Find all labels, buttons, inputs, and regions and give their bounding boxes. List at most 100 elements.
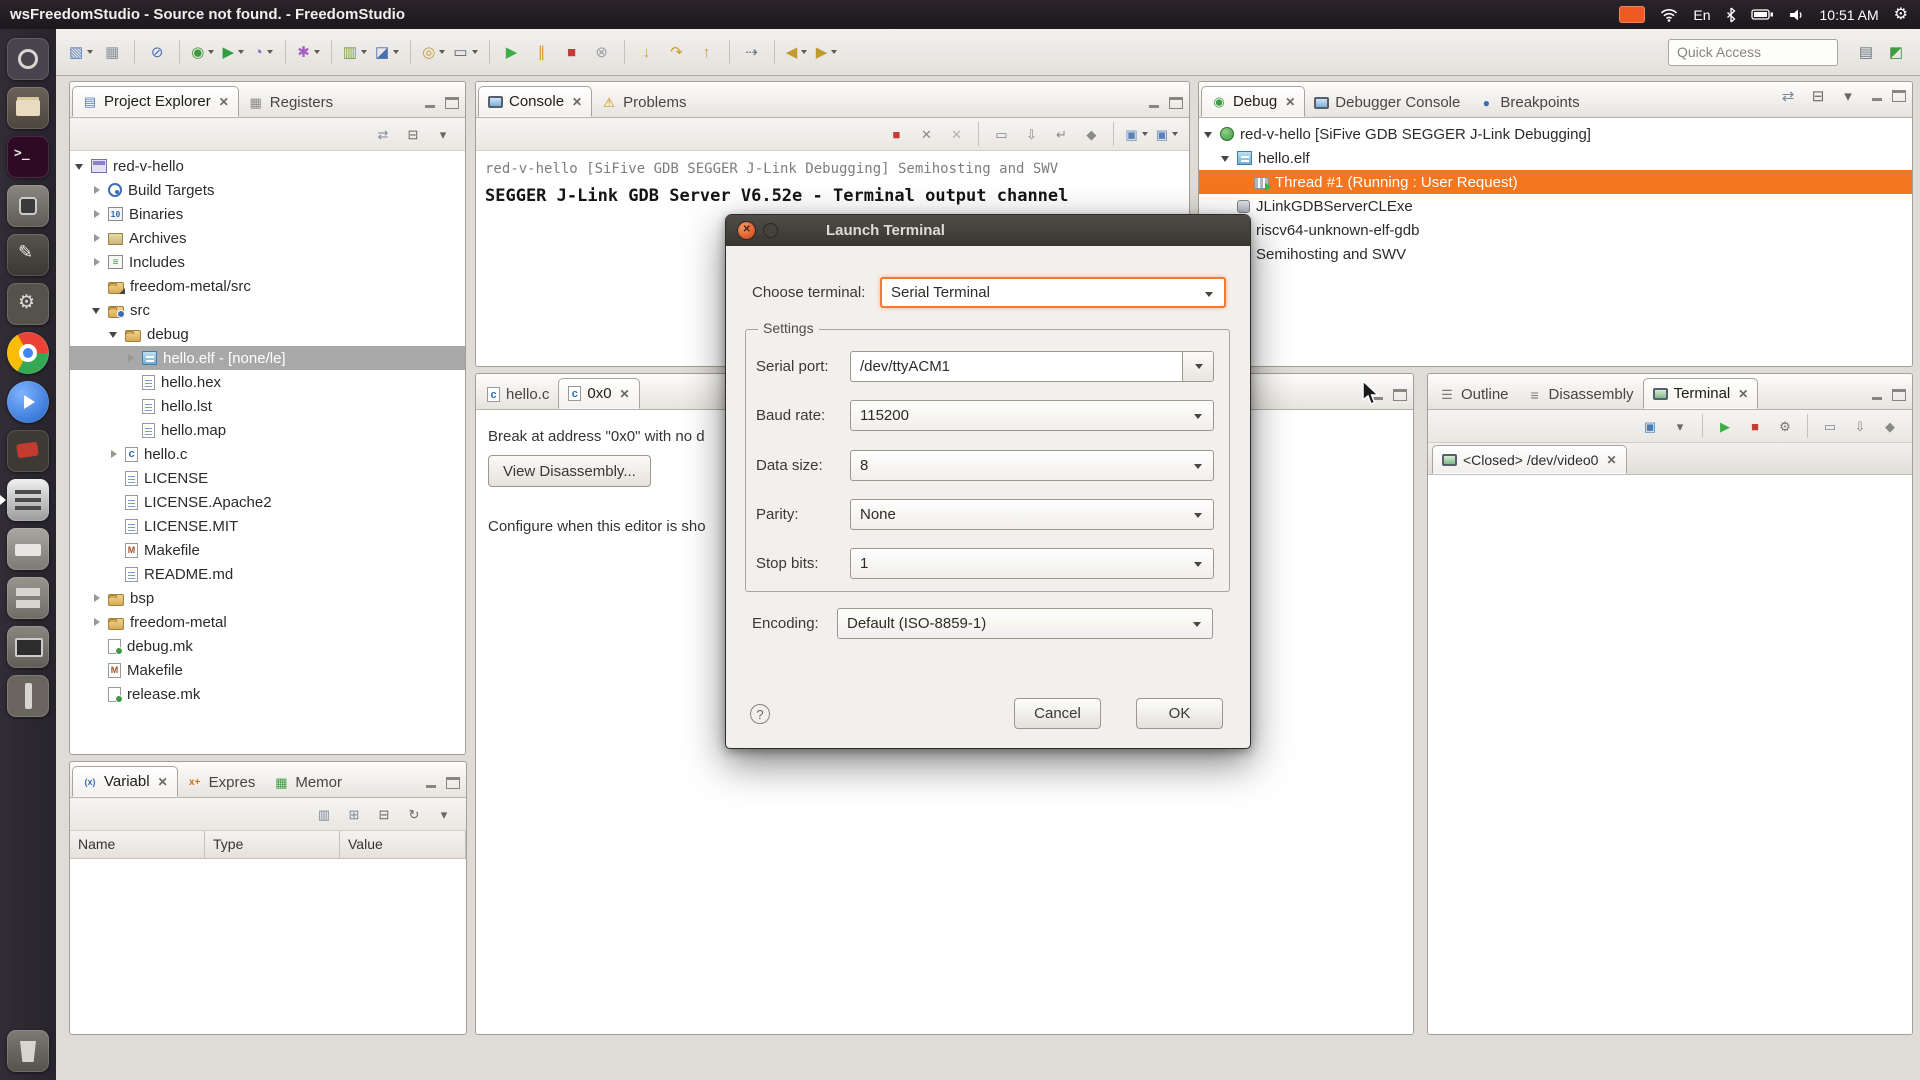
explorer-tab-project-explorer[interactable]: Project Explorer ✕ <box>72 86 239 117</box>
variables-tab-expres[interactable]: Expres <box>178 768 265 797</box>
toolbar-open-perspective-button[interactable]: ▤ <box>1852 39 1880 65</box>
variables-table-body[interactable] <box>70 859 466 1034</box>
explorer-item-binaries[interactable]: Binaries <box>70 202 465 226</box>
explorer-item-release-mk[interactable]: release.mk <box>70 682 465 706</box>
toolbar-open-terminal-button[interactable]: ▭ <box>450 39 480 65</box>
battery-icon[interactable] <box>1750 8 1774 21</box>
terminal-scroll-lock-button[interactable]: ⇩ <box>1846 415 1874 437</box>
toolbar-external-tools-button[interactable]: ✱ <box>294 39 323 65</box>
dropdown-arrow-icon[interactable] <box>1141 132 1148 136</box>
terminal-settings-button[interactable]: ⚙ <box>1771 415 1799 437</box>
notification-indicator[interactable] <box>1619 6 1646 23</box>
terminal-connection-tab[interactable]: <Closed> /dev/video0 ✕ <box>1432 445 1627 474</box>
launcher-screenshot[interactable] <box>0 185 56 227</box>
terminal-disconnect-button[interactable]: ■ <box>1741 415 1769 437</box>
dropdown-arrow-icon[interactable] <box>238 50 245 54</box>
collapsed-arrow-icon[interactable] <box>91 232 104 245</box>
variables-collapse-all-button[interactable]: ⊟ <box>370 803 398 825</box>
dialog-titlebar[interactable]: Launch Terminal <box>726 215 1250 246</box>
explorer-item-readme-md[interactable]: README.md <box>70 562 465 586</box>
terminal-output-area[interactable] <box>1428 475 1912 1034</box>
toolbar-skip-all-breakpoints-button[interactable]: ⊘ <box>143 39 171 65</box>
toolbar-save-button[interactable]: ▦ <box>98 39 126 65</box>
explorer-item-hello-hex[interactable]: hello.hex <box>70 370 465 394</box>
launcher-dash[interactable] <box>0 38 56 80</box>
explorer-item-license-mit[interactable]: LICENSE.MIT <box>70 514 465 538</box>
parity-select[interactable]: None <box>850 499 1214 530</box>
clock[interactable]: 10:51 AM <box>1820 7 1879 23</box>
toolbar-debug-button[interactable]: ◉ <box>188 39 217 65</box>
maximize-button[interactable] <box>445 97 459 109</box>
close-icon[interactable]: ✕ <box>1738 387 1748 401</box>
console-remove-all-launches-button[interactable]: ✕ <box>942 123 970 145</box>
debug-item-riscv64-unknown-elf-gdb[interactable]: riscv64-unknown-elf-gdb <box>1199 218 1912 242</box>
launcher-gedit[interactable] <box>0 234 56 276</box>
network-icon[interactable] <box>1660 8 1678 22</box>
toolbar-disconnect-button[interactable]: ⊗ <box>588 39 616 65</box>
launcher-system-settings[interactable] <box>0 283 56 325</box>
toolbar-step-over-button[interactable]: ↷ <box>663 39 691 65</box>
volume-icon[interactable] <box>1789 8 1805 22</box>
expanded-arrow-icon[interactable] <box>1203 128 1216 141</box>
debug-item-jlinkgdbserverclexe[interactable]: JLinkGDBServerCLExe <box>1199 194 1912 218</box>
dropdown-arrow-icon[interactable] <box>471 50 478 54</box>
launcher-trash[interactable] <box>0 1030 56 1072</box>
explorer-item-hello-lst[interactable]: hello.lst <box>70 394 465 418</box>
variables-view-menu-button[interactable]: ▾ <box>430 803 458 825</box>
quick-access-input[interactable] <box>1668 38 1838 66</box>
explorer-item-license[interactable]: LICENSE <box>70 466 465 490</box>
help-button[interactable]: ? <box>750 704 770 724</box>
data-size-select[interactable]: 8 <box>850 450 1214 481</box>
dropdown-arrow-icon[interactable] <box>1172 132 1178 136</box>
explorer-item-hello-elf-none-le[interactable]: hello.elf - [none/le] <box>70 346 465 370</box>
dropdown-arrow-icon[interactable] <box>831 50 838 54</box>
variables-show-logical-structure-button[interactable]: ⊞ <box>340 803 368 825</box>
explorer-item-license-apache2[interactable]: LICENSE.Apache2 <box>70 490 465 514</box>
launcher-usb-creator[interactable] <box>0 675 56 717</box>
keyboard-layout-indicator[interactable]: En <box>1693 7 1710 23</box>
choose-terminal-select[interactable]: Serial Terminal <box>880 277 1226 308</box>
close-icon[interactable]: ✕ <box>620 387 630 401</box>
explorer-item-hello-map[interactable]: hello.map <box>70 418 465 442</box>
dropdown-arrow-icon[interactable] <box>313 50 320 54</box>
explorer-collapse-all-button[interactable]: ⊟ <box>399 123 427 145</box>
console-terminate-button[interactable]: ■ <box>882 123 910 145</box>
console-display-selected-console-button[interactable]: ▣ <box>1122 123 1150 145</box>
debug-item-semihosting-and-swv[interactable]: Semihosting and SWV <box>1199 242 1912 266</box>
collapsed-arrow-icon[interactable] <box>91 208 104 221</box>
dropdown-arrow-icon[interactable] <box>87 50 94 54</box>
minimize-button[interactable] <box>1371 389 1385 401</box>
debug-item-red-v-hello-sifive-gdb-segger-j-link-debugging[interactable]: red-v-hello [SiFive GDB SEGGER J-Link De… <box>1199 122 1912 146</box>
explorer-item-freedom-metal-src[interactable]: freedom-metal/src <box>70 274 465 298</box>
collapsed-arrow-icon[interactable] <box>91 256 104 269</box>
collapsed-arrow-icon[interactable] <box>91 184 104 197</box>
debug-tab-debugger-console[interactable]: Debugger Console <box>1305 88 1469 117</box>
explorer-item-makefile[interactable]: Makefile <box>70 538 465 562</box>
launcher-chrome[interactable] <box>0 332 56 374</box>
right-tab-terminal[interactable]: Terminal ✕ <box>1642 378 1759 409</box>
expanded-arrow-icon[interactable] <box>91 304 104 317</box>
launcher-archive-manager[interactable] <box>0 577 56 619</box>
toolbar-debug-perspective-button[interactable]: ◩ <box>1882 39 1910 65</box>
debug-view-menu-button[interactable]: ▾ <box>1834 83 1862 109</box>
toolbar-suspend-button[interactable]: ∥ <box>528 39 556 65</box>
launcher-terminal[interactable] <box>0 136 56 178</box>
launcher-freedomstudio[interactable] <box>0 479 56 521</box>
close-icon[interactable]: ✕ <box>572 95 582 109</box>
explorer-item-red-v-hello[interactable]: red-v-hello <box>70 154 465 178</box>
cancel-button[interactable]: Cancel <box>1014 698 1101 729</box>
console-tab-console[interactable]: Console ✕ <box>478 86 593 117</box>
dropdown-arrow-icon[interactable] <box>801 50 808 54</box>
maximize-button[interactable] <box>1393 389 1407 401</box>
explorer-item-includes[interactable]: Includes <box>70 250 465 274</box>
terminal-open-terminal-button[interactable]: ▣ <box>1636 415 1664 437</box>
toolbar-new-button[interactable]: ▧ <box>66 39 96 65</box>
explorer-item-src[interactable]: src <box>70 298 465 322</box>
explorer-item-debug-mk[interactable]: debug.mk <box>70 634 465 658</box>
toolbar-resume-button[interactable]: ▶ <box>498 39 526 65</box>
terminal-pin-button[interactable]: ◆ <box>1876 415 1904 437</box>
explorer-item-makefile[interactable]: Makefile <box>70 658 465 682</box>
editor-tab-hello-c[interactable]: hello.c <box>478 380 558 409</box>
toolbar-profile-button[interactable]: ◔ <box>249 39 277 65</box>
console-remove-launch-button[interactable]: ✕ <box>912 123 940 145</box>
